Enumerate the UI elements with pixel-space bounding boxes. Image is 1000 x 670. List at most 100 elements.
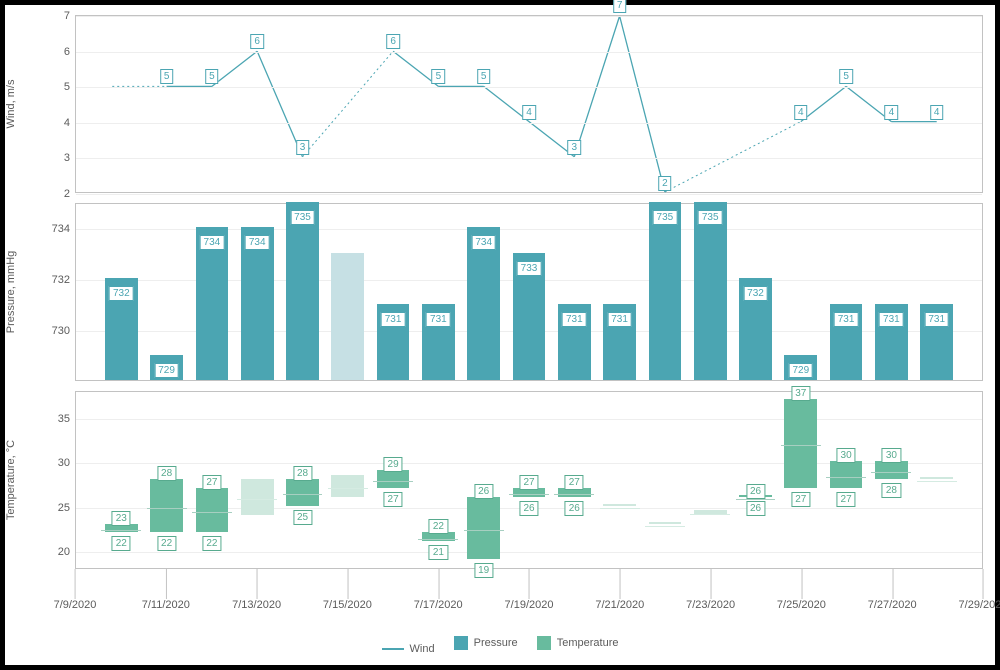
legend: Wind Pressure Temperature — [5, 636, 995, 655]
legend-item-wind[interactable]: Wind — [382, 643, 435, 655]
pressure-value-label: 732 — [109, 286, 134, 301]
wind-value-label: 3 — [568, 140, 582, 155]
temperature-pane: 2025303523222822272228252927222126192726… — [75, 391, 983, 569]
wind-value-label: 5 — [477, 69, 491, 84]
x-tick: 7/29/2020 — [959, 599, 1000, 611]
temperature-low-label: 26 — [565, 501, 584, 516]
pressure-value-label: 729 — [154, 363, 179, 378]
wind-value-label: 4 — [930, 105, 944, 120]
wind-axis-title: Wind, m/s — [5, 80, 17, 129]
temperature-bar[interactable] — [241, 479, 274, 515]
y-tick: 20 — [58, 546, 76, 558]
y-tick: 5 — [64, 81, 76, 93]
temperature-high-label: 37 — [791, 386, 810, 401]
temperature-high-label: 26 — [474, 484, 493, 499]
pressure-value-label: 734 — [200, 235, 225, 250]
temperature-axis-title: Temperature, °C — [5, 440, 17, 520]
temperature-bar[interactable] — [150, 479, 183, 532]
box-swatch-icon — [537, 636, 551, 650]
wind-pane: 234567556365543724544 — [75, 15, 983, 193]
temperature-bar[interactable] — [830, 461, 863, 488]
y-tick: 3 — [64, 152, 76, 164]
pressure-value-label: 734 — [245, 235, 270, 250]
x-tick: 7/11/2020 — [142, 599, 190, 611]
y-tick: 4 — [64, 117, 76, 129]
temperature-low-label: 22 — [112, 536, 131, 551]
pressure-bar[interactable] — [694, 202, 727, 380]
x-axis: 7/9/20207/11/20207/13/20207/15/20207/17/… — [75, 599, 983, 619]
temperature-bar[interactable] — [377, 470, 410, 488]
pressure-pane: 7307327347327297347347357317317347337317… — [75, 203, 983, 381]
temperature-bar[interactable] — [331, 475, 364, 497]
x-tick: 7/23/2020 — [686, 599, 735, 611]
temperature-low-label: 26 — [746, 501, 765, 516]
y-tick: 732 — [52, 274, 76, 286]
temperature-bar[interactable] — [196, 488, 229, 533]
temperature-low-label: 19 — [474, 563, 493, 578]
box-swatch-icon — [454, 636, 468, 650]
temperature-low-label: 25 — [293, 510, 312, 525]
temperature-bar[interactable] — [603, 504, 636, 506]
pressure-value-label: 733 — [517, 261, 542, 276]
pressure-value-label: 731 — [924, 312, 949, 327]
temperature-bar[interactable] — [467, 497, 500, 559]
pressure-value-label: 731 — [426, 312, 451, 327]
temperature-high-label: 26 — [746, 484, 765, 499]
legend-item-temperature[interactable]: Temperature — [537, 636, 619, 650]
pressure-value-label: 735 — [653, 210, 678, 225]
pressure-value-label: 729 — [788, 363, 813, 378]
pressure-bar[interactable] — [331, 253, 364, 380]
wind-value-label: 4 — [522, 105, 536, 120]
temperature-low-label: 22 — [157, 536, 176, 551]
y-tick: 35 — [58, 413, 76, 425]
y-tick: 730 — [52, 325, 76, 337]
legend-item-pressure[interactable]: Pressure — [454, 636, 518, 650]
y-tick: 25 — [58, 502, 76, 514]
temperature-bar[interactable] — [286, 479, 319, 506]
temperature-high-label: 27 — [565, 475, 584, 490]
wind-value-label: 5 — [839, 69, 853, 84]
pressure-bar[interactable] — [286, 202, 319, 380]
y-tick: 30 — [58, 457, 76, 469]
temperature-low-label: 26 — [519, 501, 538, 516]
pressure-axis-title: Pressure, mmHg — [5, 251, 17, 334]
y-tick: 6 — [64, 46, 76, 58]
chart-canvas: 234567556365543724544 Wind, m/s 73073273… — [5, 5, 995, 665]
x-tick: 7/19/2020 — [505, 599, 554, 611]
chart-frame: 234567556365543724544 Wind, m/s 73073273… — [0, 0, 1000, 670]
wind-value-label: 3 — [296, 140, 310, 155]
pressure-value-label: 731 — [381, 312, 406, 327]
pressure-bar[interactable] — [649, 202, 682, 380]
temperature-low-label: 22 — [202, 536, 221, 551]
temperature-low-label: 27 — [384, 492, 403, 507]
x-tick: 7/21/2020 — [595, 599, 644, 611]
wind-value-label: 4 — [885, 105, 899, 120]
pressure-value-label: 735 — [290, 210, 315, 225]
line-swatch-icon — [382, 648, 404, 650]
wind-value-label: 5 — [160, 69, 174, 84]
y-tick: 734 — [52, 223, 76, 235]
temperature-high-label: 22 — [429, 519, 448, 534]
temperature-high-label: 27 — [519, 475, 538, 490]
pressure-value-label: 731 — [879, 312, 904, 327]
x-tick: 7/25/2020 — [777, 599, 826, 611]
wind-value-label: 5 — [205, 69, 219, 84]
temperature-low-label: 21 — [429, 545, 448, 560]
temperature-bar[interactable] — [784, 399, 817, 488]
temperature-low-label: 28 — [882, 483, 901, 498]
wind-value-label: 2 — [658, 176, 672, 191]
temperature-low-label: 27 — [837, 492, 856, 507]
temperature-high-label: 23 — [112, 511, 131, 526]
temperature-low-label: 27 — [791, 492, 810, 507]
temperature-high-label: 28 — [293, 466, 312, 481]
legend-label: Wind — [410, 643, 435, 655]
temperature-bar[interactable] — [649, 522, 682, 524]
wind-value-label: 7 — [613, 0, 627, 13]
x-tick: 7/17/2020 — [414, 599, 463, 611]
y-tick: 7 — [64, 10, 76, 22]
temperature-bar[interactable] — [920, 477, 953, 479]
x-tick: 7/27/2020 — [868, 599, 917, 611]
pressure-value-label: 731 — [834, 312, 859, 327]
temperature-bar[interactable] — [875, 461, 908, 479]
temperature-high-label: 30 — [837, 448, 856, 463]
